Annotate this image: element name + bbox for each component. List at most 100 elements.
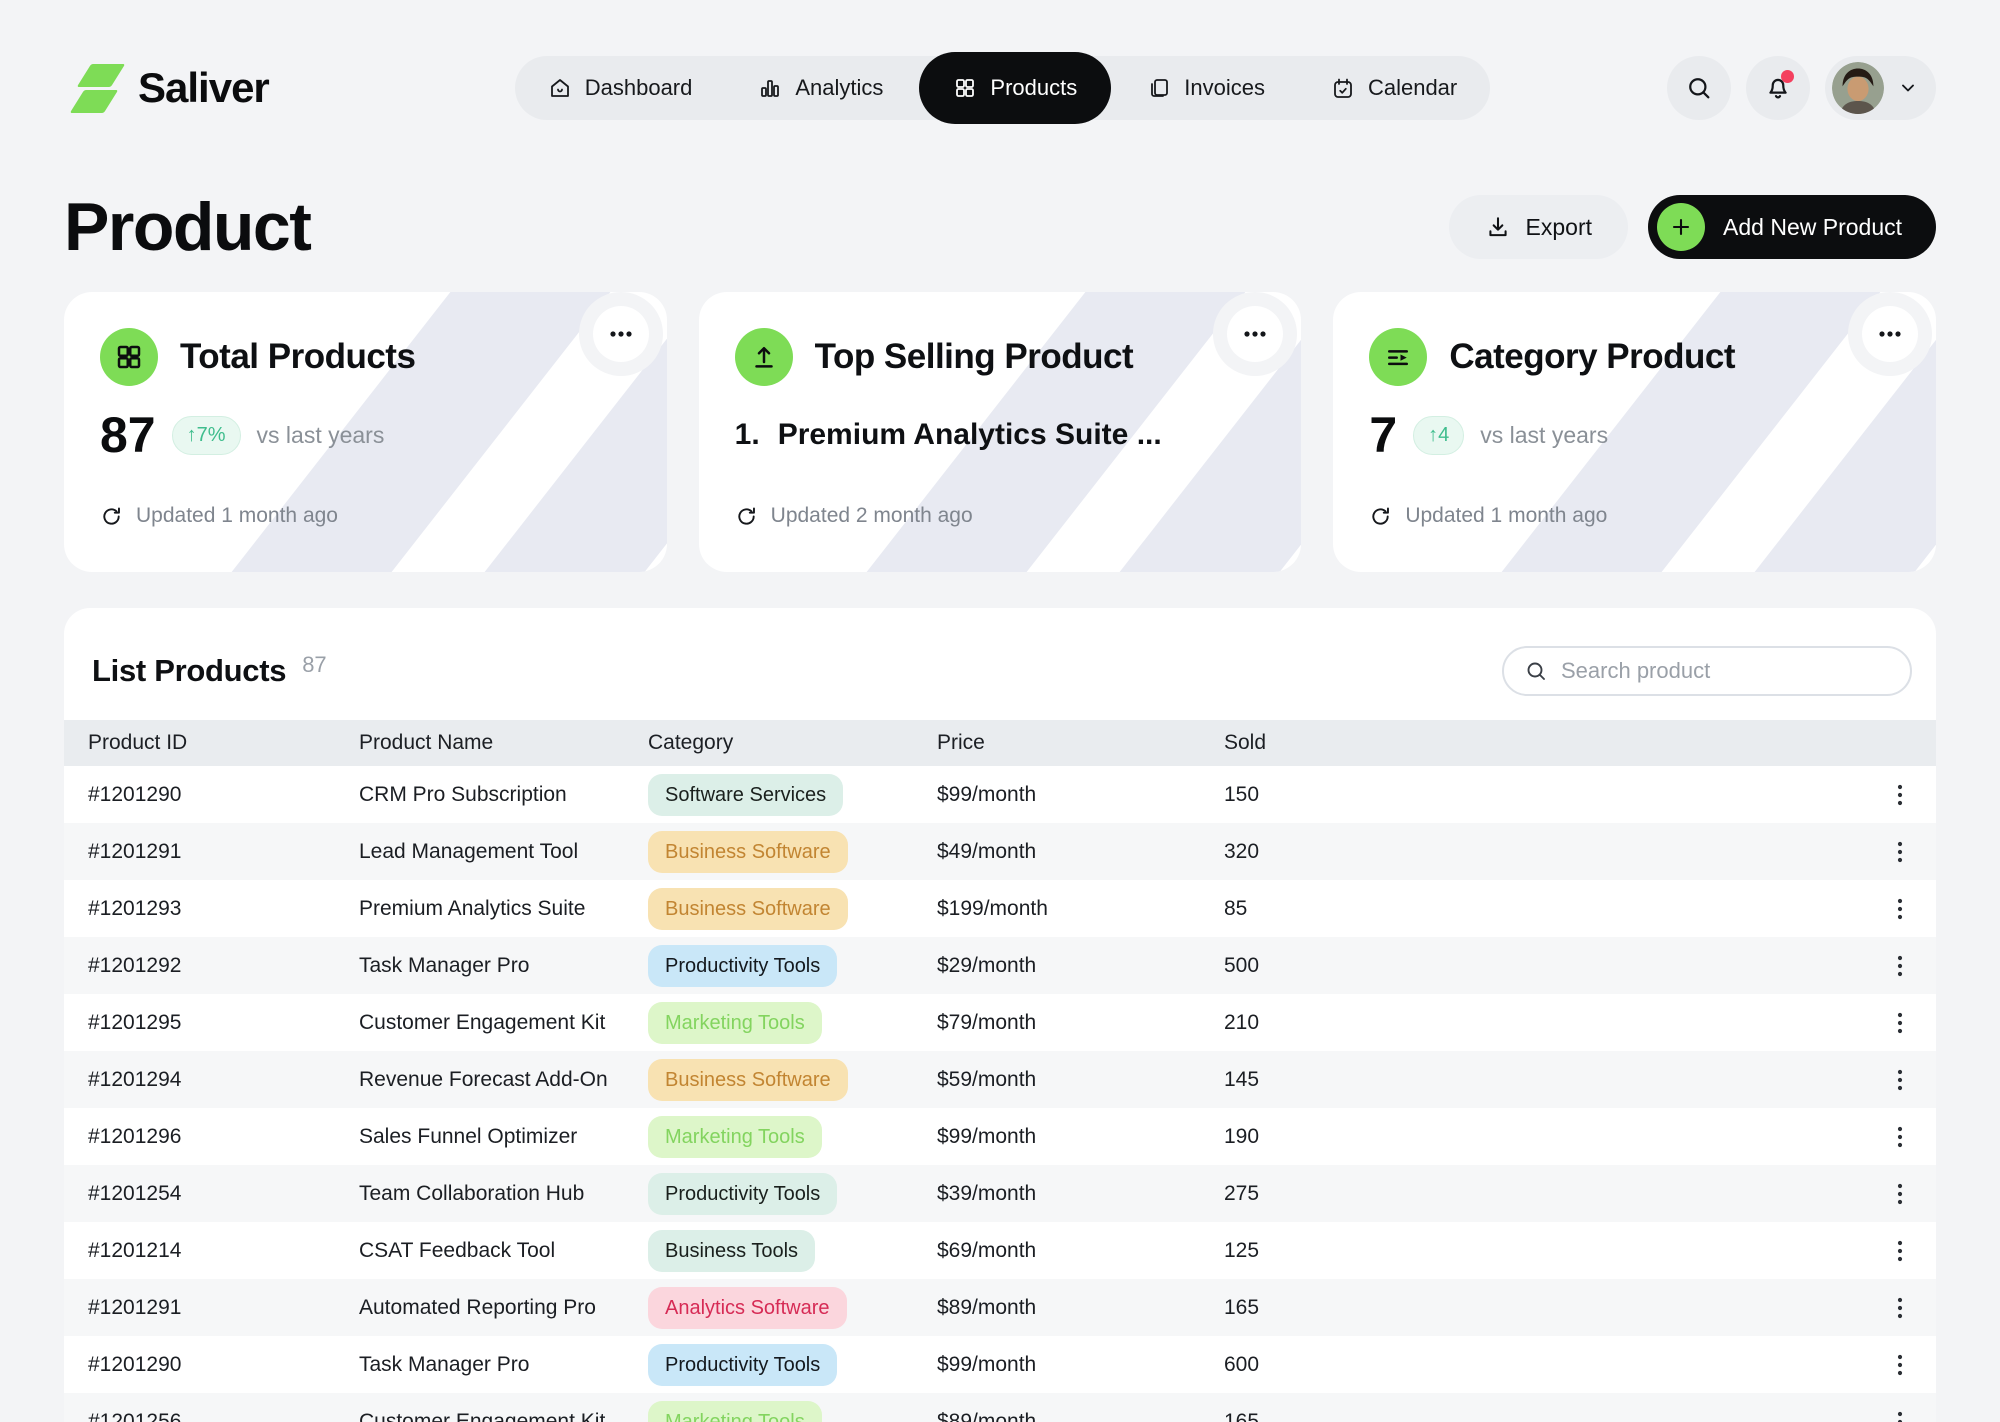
card-menu-button[interactable] — [593, 306, 649, 362]
stat-title: Top Selling Product — [815, 337, 1133, 377]
row-menu-button[interactable] — [1890, 1233, 1910, 1269]
cell-product-id: #1201291 — [64, 1296, 359, 1320]
cell-price: $99/month — [937, 783, 1224, 807]
export-button[interactable]: Export — [1449, 195, 1628, 259]
table-row: #1201291 Automated Reporting Pro Analyti… — [64, 1279, 1936, 1336]
stat-value: 87 — [100, 406, 156, 464]
product-search — [1502, 646, 1912, 696]
cell-sold: 190 — [1224, 1125, 1860, 1149]
cell-product-id: #1201290 — [64, 783, 359, 807]
cell-sold: 210 — [1224, 1011, 1860, 1035]
nav-item-dashboard[interactable]: Dashboard — [518, 56, 723, 120]
row-menu-button[interactable] — [1890, 1005, 1910, 1041]
list-count: 87 — [302, 652, 326, 678]
grid-icon — [953, 76, 977, 100]
cell-product-id: #1201291 — [64, 840, 359, 864]
stat-updated-text: Updated 2 month ago — [771, 504, 973, 528]
add-new-product-button[interactable]: Add New Product — [1648, 195, 1936, 259]
ellipsis-icon — [608, 321, 634, 347]
nav-item-calendar[interactable]: Calendar — [1301, 56, 1487, 120]
card-menu-button[interactable] — [1862, 306, 1918, 362]
cell-sold: 600 — [1224, 1353, 1860, 1377]
kebab-icon — [1896, 1353, 1904, 1377]
cell-product-name: Task Manager Pro — [359, 1353, 648, 1377]
cell-product-id: #1201294 — [64, 1068, 359, 1092]
top-product-line: 1. Premium Analytics Suite ... — [735, 418, 1162, 452]
table-body: #1201290 CRM Pro Subscription Software S… — [64, 766, 1936, 1422]
kebab-icon — [1896, 783, 1904, 807]
topbar: Saliver Dashboard Analytics — [64, 56, 1936, 120]
cell-product-id: #1201292 — [64, 954, 359, 978]
list-title: List Products — [92, 653, 286, 689]
cell-price: $59/month — [937, 1068, 1224, 1092]
cell-product-name: Team Collaboration Hub — [359, 1182, 648, 1206]
list-products-card: List Products 87 Product ID Product Name… — [64, 608, 1936, 1422]
page-title: Product — [64, 188, 310, 266]
kebab-icon — [1896, 1068, 1904, 1092]
delta-badge: ↑4 — [1413, 416, 1464, 455]
cell-product-id: #1201290 — [64, 1353, 359, 1377]
table-row: #1201290 Task Manager Pro Productivity T… — [64, 1336, 1936, 1393]
row-menu-button[interactable] — [1890, 1176, 1910, 1212]
upload-icon — [735, 328, 793, 386]
brand-logo[interactable]: Saliver — [64, 59, 269, 117]
avatar — [1832, 62, 1884, 114]
stat-title: Total Products — [180, 337, 415, 377]
category-badge: Marketing Tools — [648, 1002, 822, 1044]
table-row: #1201292 Task Manager Pro Productivity T… — [64, 937, 1936, 994]
invoice-icon — [1147, 76, 1171, 100]
title-actions: Export Add New Product — [1449, 195, 1936, 259]
refresh-icon — [1369, 505, 1392, 528]
refresh-icon — [100, 505, 123, 528]
plus-icon — [1657, 203, 1705, 251]
cell-price: $69/month — [937, 1239, 1224, 1263]
table-row: #1201296 Sales Funnel Optimizer Marketin… — [64, 1108, 1936, 1165]
stat-card-total-products: Total Products 87 ↑7% vs last years Upda… — [64, 292, 667, 572]
nav-item-invoices[interactable]: Invoices — [1117, 56, 1295, 120]
row-menu-button[interactable] — [1890, 777, 1910, 813]
user-menu[interactable] — [1825, 56, 1936, 120]
row-menu-button[interactable] — [1890, 1119, 1910, 1155]
notifications-button[interactable] — [1746, 56, 1810, 120]
cell-product-name: Customer Engagement Kit — [359, 1410, 648, 1422]
notification-dot — [1781, 70, 1794, 83]
row-menu-button[interactable] — [1890, 1062, 1910, 1098]
nav-item-analytics[interactable]: Analytics — [728, 56, 913, 120]
kebab-icon — [1896, 1011, 1904, 1035]
search-icon — [1524, 659, 1548, 683]
category-list-icon — [1369, 328, 1427, 386]
nav-label: Invoices — [1184, 75, 1265, 101]
search-product-input[interactable] — [1561, 658, 1890, 684]
row-menu-button[interactable] — [1890, 834, 1910, 870]
cell-price: $39/month — [937, 1182, 1224, 1206]
cell-price: $89/month — [937, 1296, 1224, 1320]
row-menu-button[interactable] — [1890, 1347, 1910, 1383]
row-menu-button[interactable] — [1890, 948, 1910, 984]
cell-product-name: Task Manager Pro — [359, 954, 648, 978]
export-label: Export — [1526, 214, 1592, 241]
row-menu-button[interactable] — [1890, 891, 1910, 927]
stat-card-category-product: Category Product 7 ↑4 vs last years Upda… — [1333, 292, 1936, 572]
category-badge: Marketing Tools — [648, 1116, 822, 1158]
calendar-icon — [1331, 76, 1355, 100]
nav-item-products[interactable]: Products — [919, 52, 1111, 124]
title-row: Product Export Add New Product — [64, 188, 1936, 266]
category-badge: Business Software — [648, 888, 848, 930]
kebab-icon — [1896, 1239, 1904, 1263]
column-sold: Sold — [1224, 731, 1860, 755]
row-menu-button[interactable] — [1890, 1290, 1910, 1326]
page: Saliver Dashboard Analytics — [0, 0, 2000, 1422]
category-badge: Marketing Tools — [648, 1401, 822, 1422]
cell-price: $199/month — [937, 897, 1224, 921]
row-menu-button[interactable] — [1890, 1404, 1910, 1422]
cell-product-id: #1201296 — [64, 1125, 359, 1149]
search-icon — [1685, 74, 1713, 102]
card-menu-button[interactable] — [1227, 306, 1283, 362]
kebab-icon — [1896, 1182, 1904, 1206]
brand-logo-icon — [64, 59, 122, 117]
search-button[interactable] — [1667, 56, 1731, 120]
nav-label: Calendar — [1368, 75, 1457, 101]
grid-icon — [100, 328, 158, 386]
ellipsis-icon — [1242, 321, 1268, 347]
kebab-icon — [1896, 1125, 1904, 1149]
